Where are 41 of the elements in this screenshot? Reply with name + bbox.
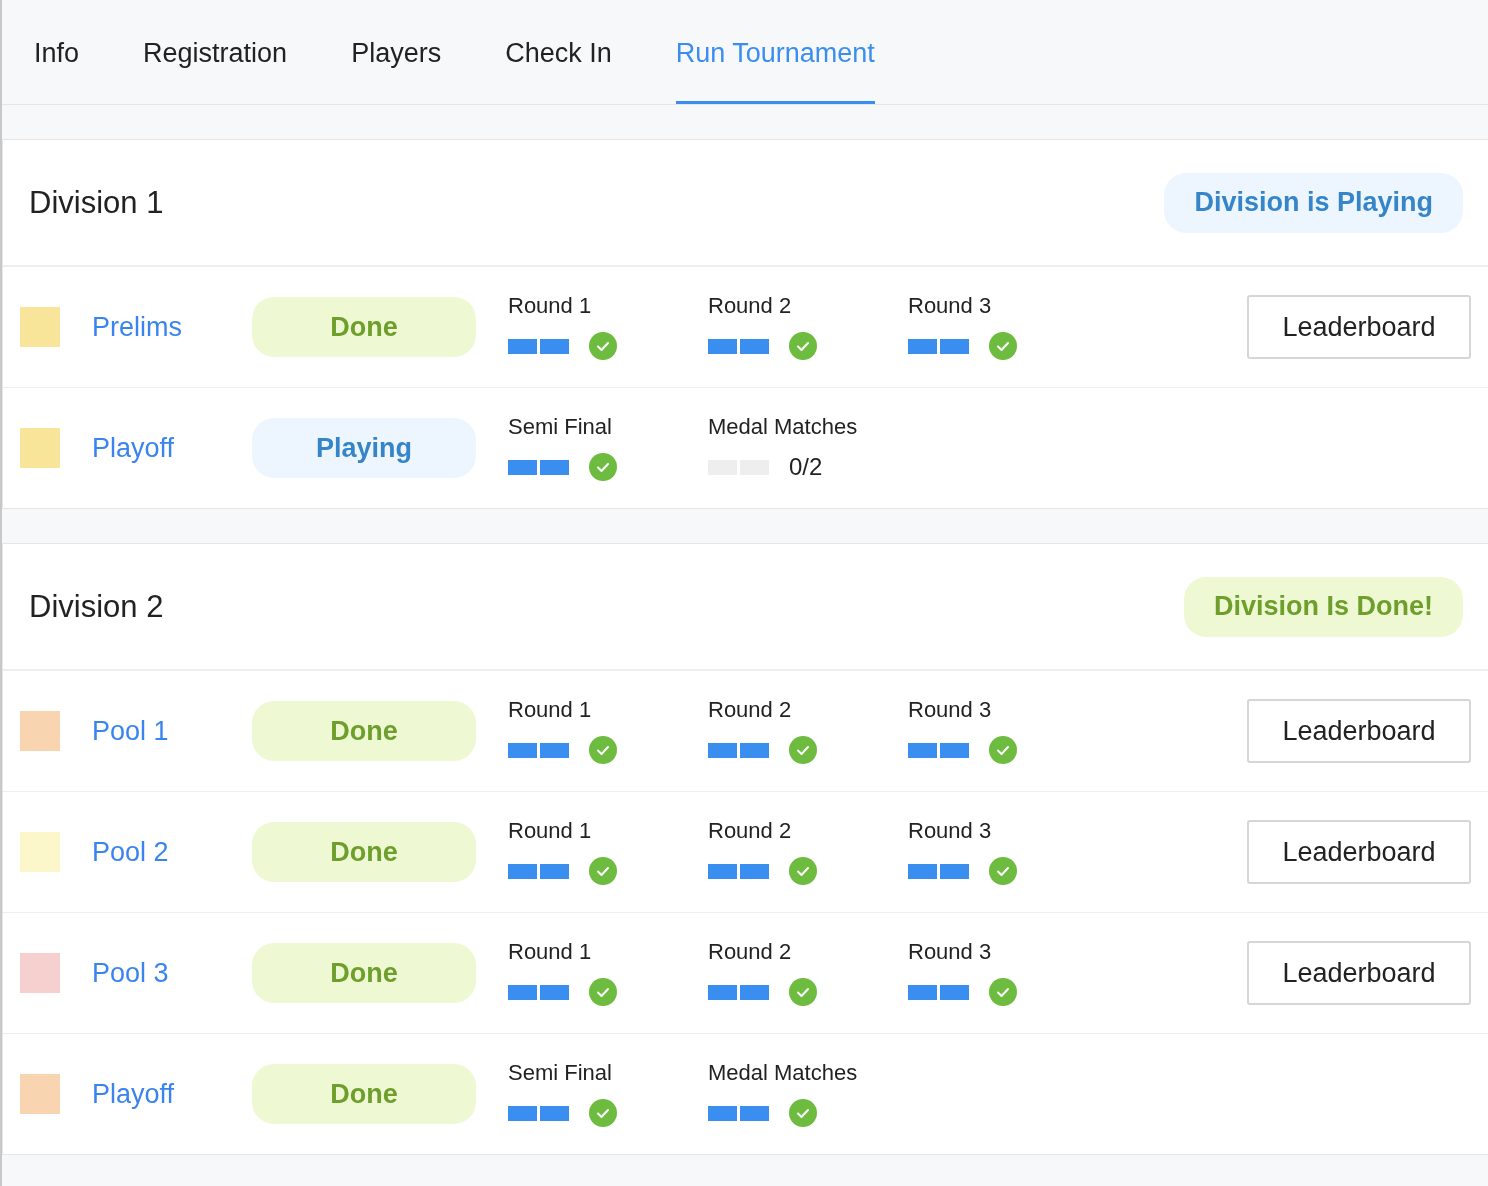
tab[interactable]: Players (351, 0, 442, 104)
round-label: Medal Matches (708, 414, 859, 440)
division-status-badge: Division Is Done! (1183, 576, 1463, 637)
division-status-badge: Division is Playing (1164, 172, 1463, 233)
round-label: Round 3 (908, 818, 993, 844)
stage-link[interactable]: Pool 3 (92, 957, 252, 989)
leaderboard-button[interactable]: Leaderboard (1247, 941, 1471, 1005)
stage-status-badge: Done (252, 943, 476, 1003)
round-label: Round 3 (908, 293, 993, 319)
round-label: Round 3 (908, 697, 993, 723)
stage-link[interactable]: Playoff (92, 1078, 252, 1110)
stage-status-badge: Done (252, 701, 476, 761)
stage-status-badge: Done (252, 1064, 476, 1124)
round-label: Round 1 (508, 697, 593, 723)
round-label: Medal Matches (708, 1060, 859, 1086)
leaderboard-button[interactable]: Leaderboard (1247, 295, 1471, 359)
stage-link[interactable]: Prelims (92, 311, 252, 343)
round-label: Round 1 (508, 818, 593, 844)
round-label: Semi Final (508, 414, 613, 440)
progress-count: 0/2 (789, 453, 823, 481)
tab[interactable]: Registration (143, 0, 288, 104)
division-title: Division 2 (29, 588, 164, 625)
division-title: Division 1 (29, 184, 164, 221)
round-label: Semi Final (508, 1060, 613, 1086)
tab[interactable]: Info (34, 0, 80, 104)
tab[interactable]: Check In (505, 0, 612, 104)
round-label: Round 1 (508, 939, 593, 965)
stage-link[interactable]: Pool 1 (92, 715, 252, 747)
round-label: Round 2 (708, 939, 793, 965)
stage-link[interactable]: Pool 2 (92, 836, 252, 868)
round-label: Round 3 (908, 939, 993, 965)
round-label: Round 1 (508, 293, 593, 319)
stage-status-badge: Done (252, 297, 476, 357)
round-label: Round 2 (708, 293, 793, 319)
stage-status-badge: Done (252, 822, 476, 882)
round-label: Round 2 (708, 818, 793, 844)
round-label: Round 2 (708, 697, 793, 723)
leaderboard-button[interactable]: Leaderboard (1247, 820, 1471, 884)
leaderboard-button[interactable]: Leaderboard (1247, 699, 1471, 763)
stage-status-badge: Playing (252, 418, 476, 478)
stage-link[interactable]: Playoff (92, 432, 252, 464)
